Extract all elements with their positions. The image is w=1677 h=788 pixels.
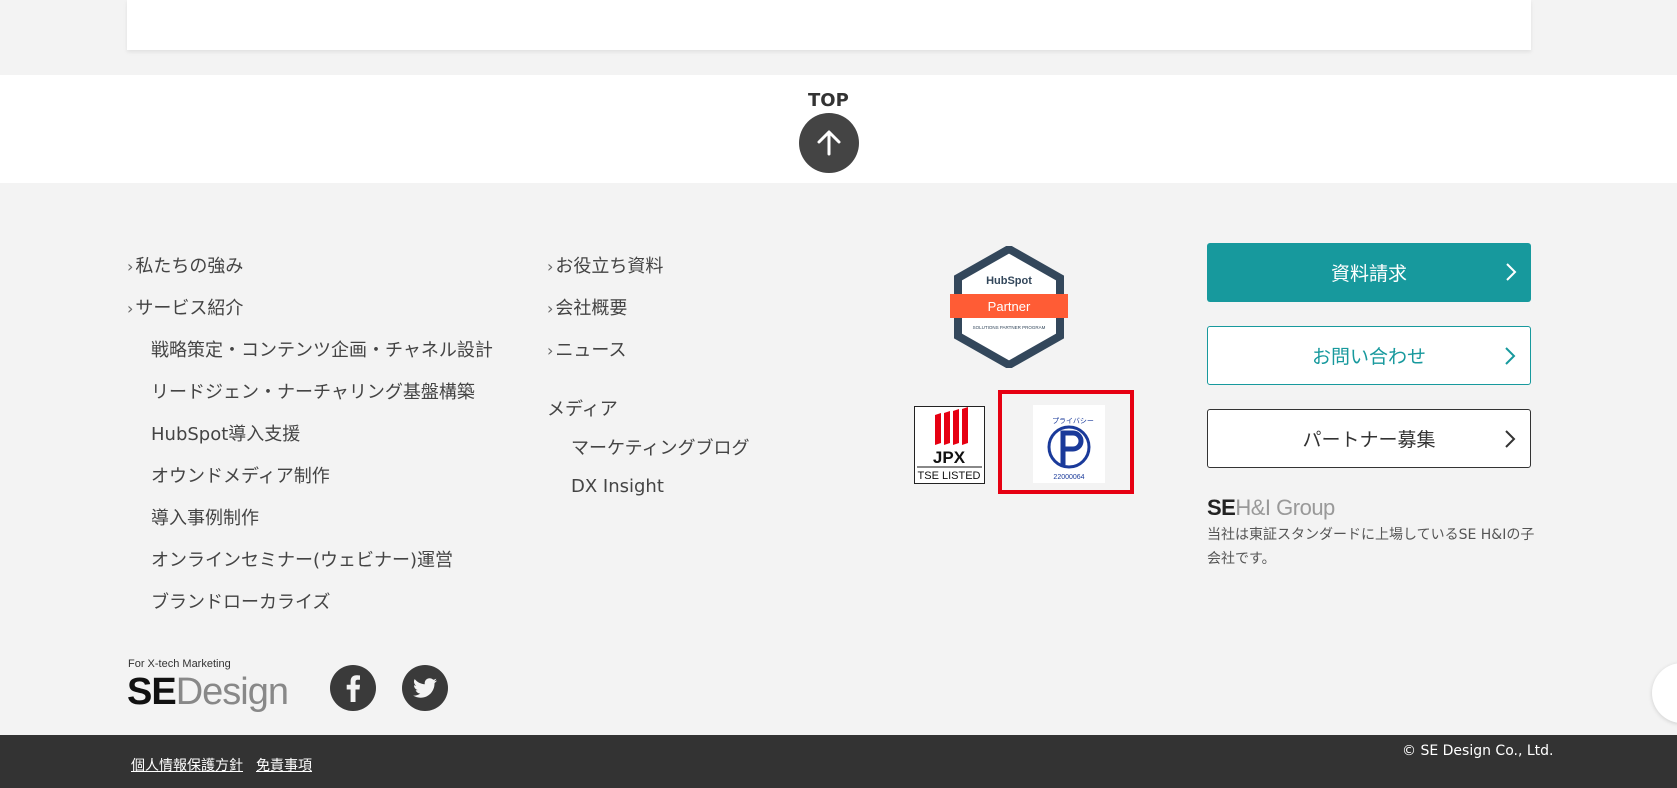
request-materials-button[interactable]: 資料請求: [1207, 243, 1531, 302]
svg-text:Partner: Partner: [988, 299, 1031, 314]
twitter-link[interactable]: [402, 665, 448, 711]
contact-button[interactable]: お問い合わせ: [1207, 326, 1531, 385]
chevron-right-icon: ›: [547, 257, 554, 276]
se-hi-group-logo[interactable]: SEH&I Group: [1207, 495, 1335, 521]
nav-link-marketing-blog[interactable]: マーケティングブログ: [571, 434, 750, 460]
hubspot-partner-badge[interactable]: HubSpot Partner SOLUTIONS PARTNER PROGRA…: [948, 244, 1070, 370]
nav-link-hubspot-support[interactable]: HubSpot導入支援: [151, 420, 300, 446]
svg-text:HubSpot: HubSpot: [986, 275, 1032, 287]
partner-recruit-button[interactable]: パートナー募集: [1207, 409, 1531, 468]
nav-link-strengths[interactable]: › 私たちの強み: [127, 252, 243, 278]
jpx-tse-listed-badge: JPX TSE LISTED: [914, 406, 985, 484]
nav-link-webinar[interactable]: オンラインセミナー(ウェビナー)運営: [151, 546, 453, 572]
nav-link-brand-localize[interactable]: ブランドローカライズ: [151, 588, 330, 614]
twitter-icon: [413, 678, 437, 698]
chevron-right-icon: [1505, 430, 1516, 448]
disclaimer-link[interactable]: 免責事項: [256, 755, 312, 775]
nav-link-company[interactable]: › 会社概要: [547, 294, 627, 320]
nav-link-strategy[interactable]: 戦略策定・コンテンツ企画・チャネル設計: [151, 336, 493, 362]
privacy-policy-link[interactable]: 個人情報保護方針: [131, 755, 243, 775]
copyright: © SE Design Co., Ltd.: [1402, 743, 1554, 759]
nav-link-dx-insight[interactable]: DX Insight: [571, 476, 664, 497]
back-to-top-label[interactable]: TOP: [808, 90, 849, 111]
floating-side-button[interactable]: [1652, 663, 1677, 723]
nav-heading-media: メディア: [547, 399, 618, 420]
nav-link-owned-media[interactable]: オウンドメディア制作: [151, 462, 330, 488]
facebook-icon: [346, 675, 360, 702]
chevron-right-icon: ›: [127, 257, 134, 276]
back-to-top-button[interactable]: [799, 113, 859, 173]
arrow-up-icon: [817, 130, 841, 156]
svg-text:TSE LISTED: TSE LISTED: [918, 470, 981, 482]
chevron-right-icon: [1505, 347, 1516, 365]
chevron-right-icon: ›: [547, 299, 554, 318]
chevron-right-icon: ›: [127, 299, 134, 318]
chevron-right-icon: ›: [547, 341, 554, 360]
nav-link-services[interactable]: › サービス紹介: [127, 294, 243, 320]
nav-link-case-studies[interactable]: 導入事例制作: [151, 504, 259, 530]
facebook-link[interactable]: [330, 665, 376, 711]
se-design-logo[interactable]: SEDesign: [127, 670, 289, 714]
content-card: [127, 0, 1531, 50]
group-note: 当社は東証スタンダードに上場しているSE H&Iの子会社です。: [1207, 527, 1535, 567]
svg-text:プライバシー: プライバシー: [1052, 417, 1094, 425]
svg-text:SOLUTIONS PARTNER PROGRAM: SOLUTIONS PARTNER PROGRAM: [973, 325, 1046, 330]
privacy-mark-badge[interactable]: プライバシー 22000064: [1033, 405, 1105, 483]
svg-text:JPX: JPX: [933, 448, 966, 467]
brand-tagline: For X-tech Marketing: [128, 658, 231, 670]
svg-text:22000064: 22000064: [1053, 474, 1084, 481]
nav-link-resources[interactable]: › お役立ち資料: [547, 252, 663, 278]
nav-link-leadgen[interactable]: リードジェン・ナーチャリング基盤構築: [151, 378, 475, 404]
chevron-right-icon: [1506, 263, 1517, 281]
nav-link-news[interactable]: › ニュース: [547, 336, 627, 362]
